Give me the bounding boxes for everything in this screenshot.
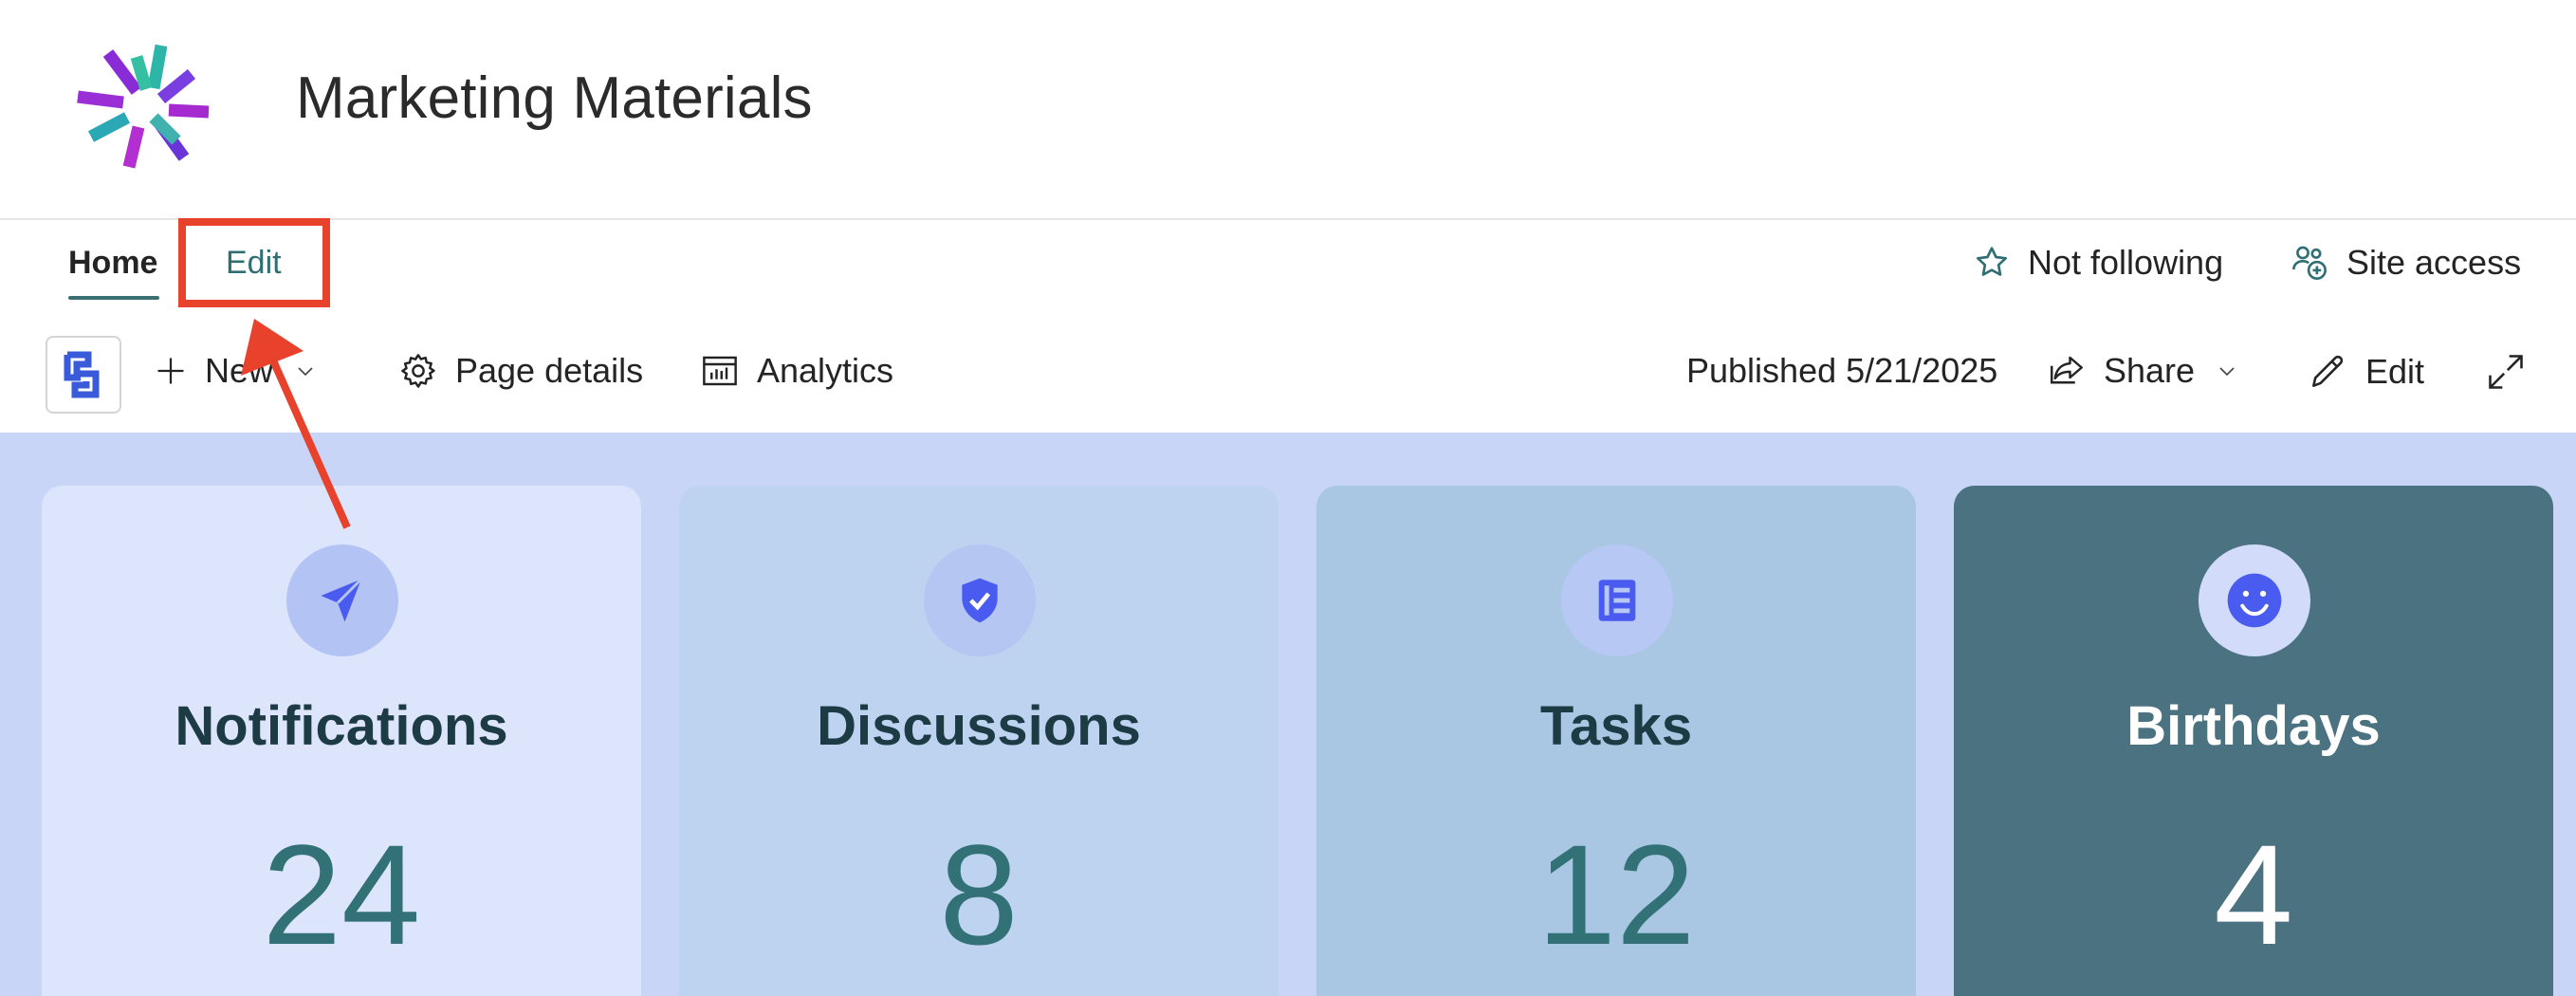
people-add-icon — [2292, 246, 2327, 280]
new-label: New — [205, 351, 274, 390]
smiley-icon — [2199, 544, 2310, 656]
card-count: 8 — [939, 815, 1019, 974]
plus-icon — [157, 358, 184, 384]
site-header: Marketing Materials — [0, 0, 2576, 220]
follow-button[interactable]: Not following — [1973, 243, 2223, 283]
sharepoint-app-icon — [64, 351, 100, 398]
site-title[interactable]: Marketing Materials — [296, 65, 813, 132]
discussions-card[interactable]: Discussions 8 — [679, 486, 1279, 996]
hero-section: Notifications 24 Discussions 8 Tasks 12 — [0, 433, 2576, 996]
share-icon — [2051, 356, 2083, 384]
card-title: Notifications — [175, 695, 508, 757]
edit-page-button[interactable]: Edit — [2307, 351, 2424, 393]
site-navigation: Home Edit Not following Site access — [0, 222, 2576, 317]
notifications-card[interactable]: Notifications 24 — [42, 486, 641, 996]
analytics-chart-icon — [703, 356, 737, 386]
page-details-label: Page details — [455, 351, 644, 390]
site-logo[interactable] — [70, 36, 222, 175]
active-tab-indicator — [68, 296, 159, 300]
new-menu-button[interactable]: New — [154, 351, 317, 391]
pencil-icon — [2312, 355, 2344, 387]
card-title: Discussions — [817, 695, 1141, 757]
command-bar: New Page details Analytics Published 5/2… — [0, 323, 2576, 431]
tasks-card[interactable]: Tasks 12 — [1316, 486, 1916, 996]
birthdays-card[interactable]: Birthdays 4 — [1954, 486, 2553, 996]
analytics-label: Analytics — [757, 351, 894, 390]
expand-button[interactable] — [2485, 351, 2544, 393]
notebook-icon — [1561, 544, 1673, 656]
published-label: Published 5/21/2025 — [1686, 351, 1998, 390]
card-title: Tasks — [1539, 695, 1693, 757]
page-details-button[interactable]: Page details — [398, 351, 643, 391]
card-count: 12 — [1536, 815, 1696, 974]
chevron-down-icon — [298, 367, 313, 377]
shield-check-icon — [924, 544, 1036, 656]
nav-tab-home[interactable]: Home — [68, 245, 157, 282]
published-status: Published 5/21/2025 — [1686, 351, 1997, 391]
follow-label: Not following — [2028, 243, 2224, 282]
card-count: 4 — [2214, 815, 2293, 974]
annotation-highlight-box — [178, 218, 330, 307]
analytics-button[interactable]: Analytics — [700, 351, 893, 391]
site-access-label: Site access — [2346, 243, 2522, 282]
edit-label: Edit — [2365, 352, 2425, 391]
starburst-logo-icon — [77, 44, 210, 169]
chevron-down-icon — [2219, 367, 2235, 377]
expand-icon — [2489, 355, 2523, 389]
share-button[interactable]: Share — [2047, 351, 2238, 391]
star-icon — [1977, 247, 2007, 276]
gear-icon — [401, 354, 435, 388]
card-title: Birthdays — [2126, 695, 2381, 757]
card-count: 24 — [262, 815, 421, 974]
app-launcher-button[interactable] — [46, 336, 121, 414]
send-icon — [286, 544, 398, 656]
site-access-button[interactable]: Site access — [2290, 243, 2521, 283]
share-label: Share — [2104, 351, 2196, 390]
